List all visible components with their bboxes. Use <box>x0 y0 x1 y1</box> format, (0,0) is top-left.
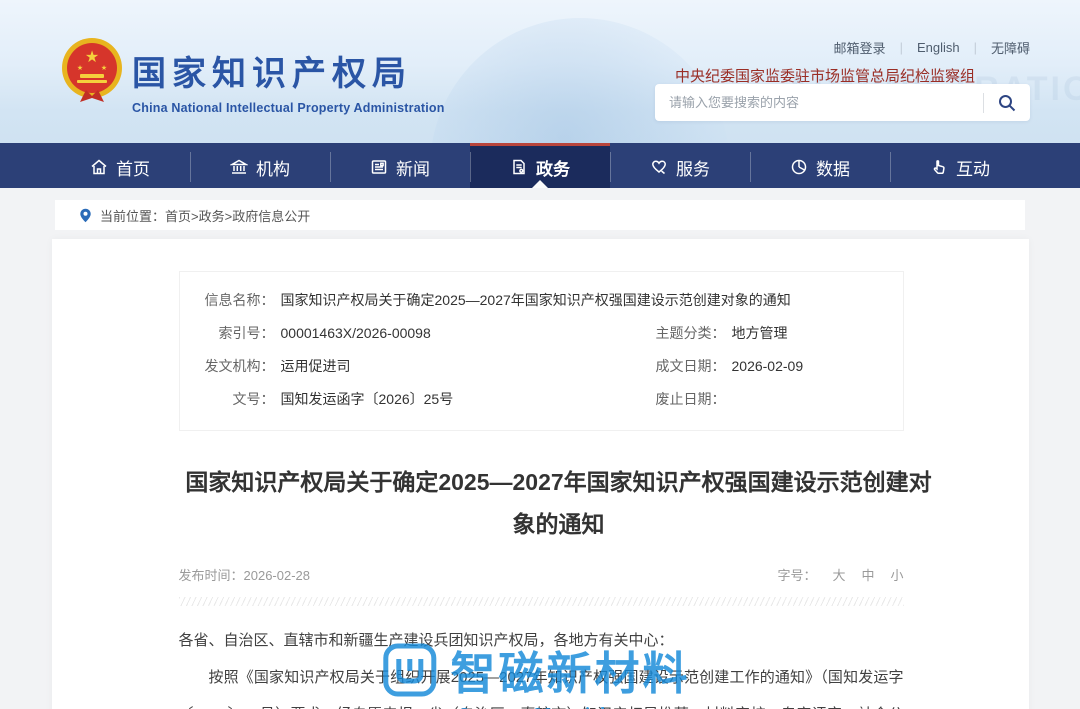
link-separator: | <box>900 40 903 55</box>
breadcrumb: 当前位置： 首页>政务>政府信息公开 <box>55 200 1025 230</box>
table-row: 索引号： 00001463X/2026-00098 主题分类： 地方管理 <box>180 317 903 350</box>
home-icon <box>90 158 108 176</box>
breadcrumb-wrapper: 当前位置： 首页>政务>政府信息公开 <box>0 188 1080 230</box>
issuing-agency-value: 运用促进司 <box>275 350 351 383</box>
search-bar <box>655 84 1030 121</box>
newspaper-icon <box>370 158 388 176</box>
nav-item-organization[interactable]: 机构 <box>190 143 330 188</box>
font-size-small-button[interactable]: 小 <box>890 565 903 584</box>
discipline-inspection-link[interactable]: 中央纪委国家监委驻市场监管总局纪检监察组 <box>675 65 975 86</box>
nav-label: 新闻 <box>396 155 430 180</box>
nav-item-home[interactable]: 首页 <box>50 143 190 188</box>
publish-date: 2026-02-28 <box>244 568 311 583</box>
document-number-label: 文号： <box>180 383 275 416</box>
site-logo-text: 国家知识产权局 China National Intellectual Prop… <box>132 46 445 115</box>
index-number-value: 00001463X/2026-00098 <box>275 317 431 350</box>
nav-label: 首页 <box>116 155 150 180</box>
nav-label: 服务 <box>676 155 710 180</box>
publish-time-label: 发布时间： <box>179 568 244 583</box>
nav-item-services[interactable]: 服务 <box>610 143 750 188</box>
svg-text:★: ★ <box>77 64 83 72</box>
nav-label: 互动 <box>956 155 990 180</box>
salutation-paragraph: 各省、自治区、直辖市和新疆生产建设兵团知识产权局，各地方有关中心： <box>179 622 904 659</box>
breadcrumb-prefix: 当前位置： <box>100 206 165 225</box>
written-date-label: 成文日期： <box>631 350 726 383</box>
site-header: ADMINISTRATION ★ ★ ★ 国家知识产权局 China Natio… <box>0 0 1080 143</box>
article-card: 信息名称： 国家知识产权局关于确定2025—2027年国家知识产权强国建设示范创… <box>52 239 1029 709</box>
font-size-large-button[interactable]: 大 <box>832 565 845 584</box>
article-meta: 发布时间：2026-02-28 字号： 大 中 小 <box>179 565 904 584</box>
index-number-label: 索引号： <box>180 317 275 350</box>
main-navigation: 首页 机构 新闻 政务 服务 数据 互动 <box>0 143 1080 188</box>
breadcrumb-path[interactable]: 首页>政务>政府信息公开 <box>165 206 310 225</box>
hand-pointer-icon <box>930 158 948 176</box>
publish-time: 发布时间：2026-02-28 <box>179 565 311 584</box>
nav-item-news[interactable]: 新闻 <box>330 143 470 188</box>
pie-chart-icon <box>790 158 808 176</box>
issuing-agency-label: 发文机构： <box>180 350 275 383</box>
table-row: 发文机构： 运用促进司 成文日期： 2026-02-09 <box>180 350 903 383</box>
info-name-value: 国家知识产权局关于确定2025—2027年国家知识产权强国建设示范创建对象的通知 <box>275 284 875 317</box>
written-date-value: 2026-02-09 <box>726 350 804 383</box>
topic-category-value: 地方管理 <box>726 317 788 350</box>
repeal-date-value <box>726 383 732 416</box>
location-pin-icon <box>79 208 92 223</box>
nav-item-data[interactable]: 数据 <box>750 143 890 188</box>
document-info-table: 信息名称： 国家知识产权局关于确定2025—2027年国家知识产权强国建设示范创… <box>179 271 904 431</box>
document-icon <box>510 158 528 176</box>
nav-label: 数据 <box>816 155 850 180</box>
hatched-divider <box>179 597 904 606</box>
table-row: 信息名称： 国家知识产权局关于确定2025—2027年国家知识产权强国建设示范创… <box>180 284 903 317</box>
article-title: 国家知识产权局关于确定2025—2027年国家知识产权强国建设示范创建对象的通知 <box>179 461 939 545</box>
nav-label: 政务 <box>536 155 570 180</box>
site-title-english: China National Intellectual Property Adm… <box>132 101 445 115</box>
search-input[interactable] <box>655 95 983 110</box>
font-size-label: 字号： <box>777 565 816 584</box>
svg-text:★: ★ <box>101 64 107 72</box>
nav-item-interaction[interactable]: 互动 <box>890 143 1030 188</box>
document-number-value: 国知发运函字〔2026〕25号 <box>275 383 454 416</box>
info-name-label: 信息名称： <box>180 284 275 317</box>
search-button[interactable] <box>984 84 1030 121</box>
utility-links: 邮箱登录 | English | 无障碍 <box>834 38 1030 57</box>
table-row: 文号： 国知发运函字〔2026〕25号 废止日期： <box>180 383 903 416</box>
link-separator: | <box>974 40 977 55</box>
institution-icon <box>230 158 248 176</box>
mail-login-link[interactable]: 邮箱登录 <box>834 38 886 57</box>
topic-category-label: 主题分类： <box>631 317 726 350</box>
national-emblem-logo: ★ ★ ★ <box>60 36 124 110</box>
accessibility-link[interactable]: 无障碍 <box>991 38 1030 57</box>
heart-hand-icon <box>650 158 668 176</box>
site-title: 国家知识产权局 <box>132 46 445 95</box>
font-size-controls: 字号： 大 中 小 <box>777 565 903 584</box>
nav-label: 机构 <box>256 155 290 180</box>
article-body: 各省、自治区、直辖市和新疆生产建设兵团知识产权局，各地方有关中心： 按照《国家知… <box>179 622 904 709</box>
english-link[interactable]: English <box>917 40 960 55</box>
font-size-medium-button[interactable]: 中 <box>861 565 874 584</box>
search-icon <box>997 93 1017 113</box>
nav-item-government-affairs[interactable]: 政务 <box>470 143 610 188</box>
svg-text:★: ★ <box>85 49 99 66</box>
body-paragraph: 按照《国家知识产权局关于组织开展2025—2027年知识产权强国建设示范创建工作… <box>179 659 904 709</box>
repeal-date-label: 废止日期： <box>631 383 726 416</box>
